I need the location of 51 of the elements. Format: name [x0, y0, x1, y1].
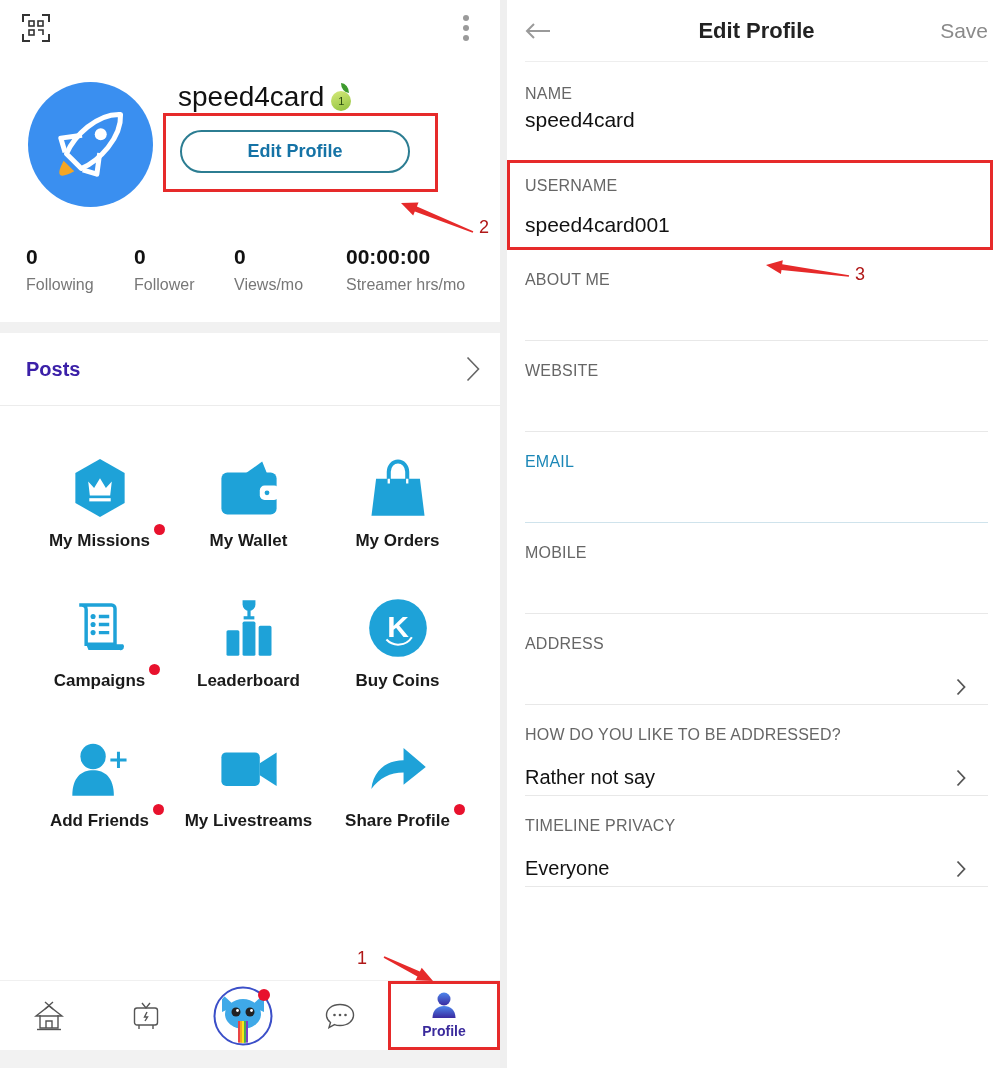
back-arrow-icon[interactable]: [525, 22, 551, 39]
tv-icon: [132, 1001, 159, 1030]
field-label: ABOUT ME: [525, 270, 610, 290]
stat-label: Views/mo: [234, 275, 304, 294]
select-field[interactable]: Rather not say: [525, 745, 988, 796]
annotation-number: 1: [357, 948, 367, 968]
menu-label[interactable]: My Orders: [355, 530, 440, 552]
field-label: USERNAME: [525, 176, 618, 196]
menu-label[interactable]: Add Friends: [49, 810, 150, 832]
menu-label[interactable]: My Livestreams: [184, 810, 313, 832]
mascot-icon: [212, 985, 273, 1046]
chat-bubble-icon: [324, 1002, 355, 1029]
annotation-number: 2: [479, 217, 489, 237]
chevron-right-icon: [466, 356, 480, 382]
page-title: Edit Profile: [698, 17, 815, 44]
stat-value: 0: [134, 245, 146, 269]
field-value: speed4card: [525, 108, 635, 132]
field-label: HOW DO YOU LIKE TO BE ADDRESSED?: [525, 725, 841, 745]
stat-label: Streamer hrs/mo: [346, 275, 466, 294]
qr-scan-icon[interactable]: [22, 13, 50, 42]
chevron-right-icon: [956, 860, 966, 878]
menu-label[interactable]: Buy Coins: [355, 670, 440, 692]
select-field[interactable]: Everyone: [525, 836, 988, 887]
stat-label: Following: [26, 275, 94, 294]
chevron-right-icon: [956, 769, 966, 787]
edit-profile-button[interactable]: Edit Profile: [180, 130, 410, 173]
menu-label[interactable]: My Missions: [48, 530, 151, 552]
field-label: TIMELINE PRIVACY: [525, 816, 676, 836]
rocket-avatar-icon: [28, 82, 153, 207]
menu-label[interactable]: Share Profile: [345, 810, 450, 832]
menu-label[interactable]: Campaigns: [53, 670, 146, 692]
stat-value: 00:00:00: [346, 245, 431, 269]
field-label: WEBSITE: [525, 361, 599, 381]
menu-label[interactable]: Leaderboard: [197, 670, 300, 692]
field-label: EMAIL: [525, 452, 574, 472]
annotation-number: 3: [855, 264, 865, 284]
field-label: NAME: [525, 84, 573, 104]
menu-label[interactable]: My Wallet: [209, 530, 288, 552]
field-label: ADDRESS: [525, 634, 604, 654]
field-label: MOBILE: [525, 543, 587, 563]
stat-value: 0: [26, 245, 38, 269]
stat-value: 0: [234, 245, 246, 269]
more-menu-icon[interactable]: [462, 13, 470, 42]
profile-name: speed4card: [178, 80, 325, 113]
level-badge: 1: [330, 82, 353, 111]
stat-label: Follower: [134, 275, 195, 294]
person-icon: [432, 992, 456, 1018]
hut-icon: [33, 1000, 64, 1031]
chevron-right-icon: [956, 678, 966, 696]
nav-tab[interactable]: Profile: [391, 984, 497, 1047]
field-value: speed4card001: [525, 213, 670, 237]
